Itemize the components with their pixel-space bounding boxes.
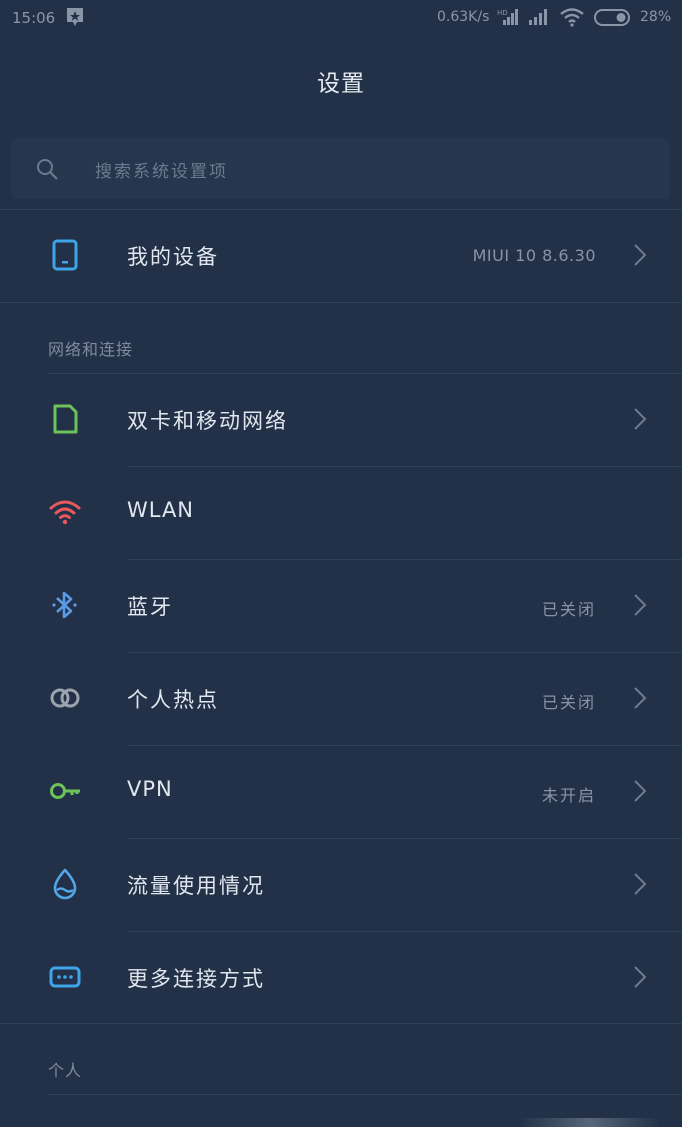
sidebar-item-dual-sim[interactable]: 双卡和移动网络	[0, 374, 682, 466]
notification-icon	[67, 8, 83, 26]
chevron-right-icon	[634, 244, 647, 266]
battery-saver-icon	[594, 9, 630, 26]
my-device-row[interactable]: 我的设备 MIUI 10 8.6.30	[0, 210, 682, 302]
network-speed: 0.63K/s	[437, 9, 490, 25]
divider	[48, 1094, 682, 1095]
status-time: 15:06	[12, 9, 56, 27]
hotspot-row[interactable]: 个人热点 已关闭	[0, 653, 682, 745]
signal-icon	[529, 9, 547, 25]
divider	[0, 1023, 682, 1024]
divider	[0, 302, 682, 303]
search-placeholder: 搜索系统设置项	[95, 162, 228, 182]
hotspot-status: 已关闭	[541, 693, 596, 712]
chevron-right-icon	[634, 594, 647, 616]
device-icon	[52, 239, 78, 271]
miui-version: MIUI 10 8.6.30	[472, 246, 596, 265]
svg-text:HD: HD	[497, 9, 508, 17]
row-label: 个人热点	[127, 688, 219, 712]
row-label: 蓝牙	[127, 595, 173, 619]
bluetooth-icon	[52, 591, 77, 619]
chevron-right-icon	[634, 966, 647, 988]
sim-card-icon	[53, 404, 78, 434]
bluetooth-status: 已关闭	[541, 600, 596, 619]
chevron-right-icon	[634, 687, 647, 709]
vpn-row[interactable]: VPN 未开启	[0, 746, 682, 838]
hd-signal-icon: HD	[497, 9, 518, 25]
chevron-right-icon	[634, 408, 647, 430]
hotspot-icon	[50, 688, 80, 708]
vpn-key-icon	[50, 783, 80, 799]
bluetooth-row[interactable]: 蓝牙 已关闭	[0, 560, 682, 652]
data-usage-icon	[53, 868, 77, 900]
wlan-row[interactable]: WLAN	[0, 467, 682, 559]
vpn-status: 未开启	[541, 786, 596, 805]
scroll-edge-glow	[520, 1118, 660, 1127]
chevron-right-icon	[634, 873, 647, 895]
search-input[interactable]: 搜索系统设置项	[11, 138, 670, 199]
battery-percent: 28%	[640, 9, 672, 25]
row-label: 更多连接方式	[127, 967, 265, 991]
wifi-icon	[49, 500, 81, 525]
row-label: 双卡和移动网络	[127, 409, 288, 433]
more-connections-row[interactable]: 更多连接方式	[0, 932, 682, 1024]
section-header-network: 网络和连接	[48, 340, 134, 359]
more-connections-icon	[49, 966, 81, 988]
row-label: 流量使用情况	[127, 874, 265, 898]
wifi-status-icon	[560, 8, 584, 27]
row-label: WLAN	[127, 498, 195, 522]
status-bar: 15:06 0.63K/s HD 28%	[0, 0, 682, 36]
my-device-label: 我的设备	[127, 245, 219, 269]
chevron-right-icon	[634, 780, 647, 802]
row-label: VPN	[127, 777, 173, 801]
page-title: 设置	[317, 71, 365, 97]
section-header-personal: 个人	[48, 1061, 83, 1080]
settings-screen: 15:06 0.63K/s HD 28% 设置 搜索系统设置项 我的设备 MIU…	[0, 0, 682, 1127]
data-usage-row[interactable]: 流量使用情况	[0, 839, 682, 931]
search-icon	[37, 159, 58, 180]
